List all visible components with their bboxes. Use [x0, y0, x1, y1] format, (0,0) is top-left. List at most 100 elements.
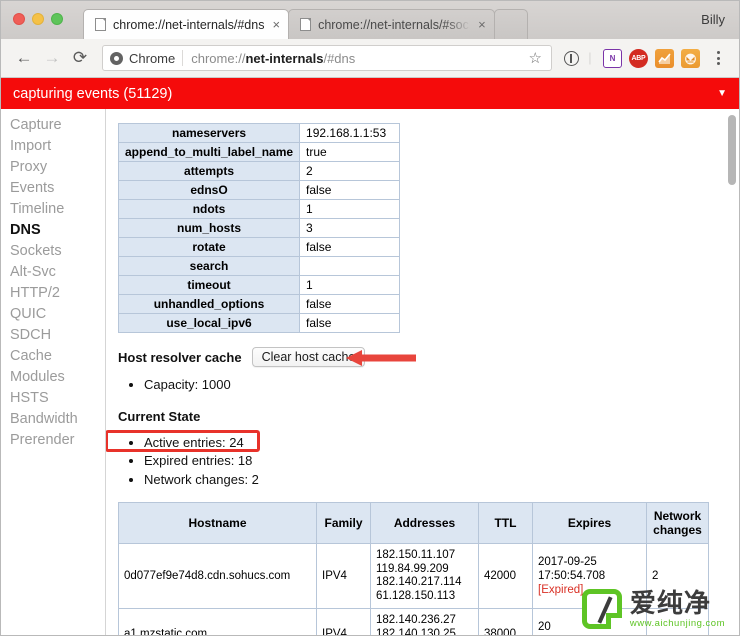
toolbar-divider: |: [584, 52, 596, 64]
column-header-hostname[interactable]: Hostname: [119, 503, 317, 544]
sidebar-item-prerender[interactable]: Prerender: [1, 430, 105, 451]
reload-icon[interactable]: ⟳: [66, 44, 94, 72]
maximize-window-button[interactable]: [51, 13, 63, 25]
table-row: rotate false: [119, 238, 400, 257]
config-key: attempts: [119, 162, 300, 181]
sidebar-item-bandwidth[interactable]: Bandwidth: [1, 409, 105, 430]
sidebar-item-timeline[interactable]: Timeline: [1, 199, 105, 220]
cell-family: IPV4: [317, 544, 371, 609]
tab-strip: chrome://net-internals/#dns × chrome://n…: [1, 1, 739, 39]
chart-glyph: [657, 51, 672, 66]
config-key: nameservers: [119, 124, 300, 143]
forward-icon[interactable]: →: [38, 44, 66, 72]
watermark-brand: 爱纯净: [630, 590, 725, 616]
cell-family: IPV4: [317, 609, 371, 636]
cell-ttl: 38000: [479, 609, 533, 636]
chrome-menu-icon[interactable]: [706, 45, 730, 71]
minimize-window-button[interactable]: [32, 13, 44, 25]
browser-toolbar: ← → ⟳ Chrome chrome://net-internals/#dns…: [1, 39, 739, 78]
address-line: 182.150.11.107: [376, 549, 473, 563]
table-row: use_local_ipv6 false: [119, 314, 400, 333]
chart-extension-icon[interactable]: [655, 49, 674, 68]
config-key: append_to_multi_label_name: [119, 143, 300, 162]
cell-addresses: 182.150.11.107 119.84.99.209 182.140.217…: [371, 544, 479, 609]
sidebar-item-import[interactable]: Import: [1, 136, 105, 157]
sidebar-item-alt-svc[interactable]: Alt-Svc: [1, 262, 105, 283]
column-header-family[interactable]: Family: [317, 503, 371, 544]
chevron-down-icon[interactable]: ▼: [717, 88, 727, 99]
onenote-extension-icon[interactable]: N: [603, 49, 622, 68]
profile-name[interactable]: Billy: [701, 12, 725, 27]
current-state-bullets: Active entries: 24 Expired entries: 18 N…: [118, 434, 739, 489]
network-changes-item: Network changes: 2: [144, 471, 739, 489]
dns-config-table: nameservers 192.168.1.1:53 append_to_mul…: [118, 123, 400, 333]
address-line: 61.128.150.113: [376, 590, 473, 604]
close-window-button[interactable]: [13, 13, 25, 25]
omnibox-divider: [182, 50, 183, 66]
host-resolver-bullets: Capacity: 1000: [118, 376, 739, 394]
sidebar-item-cache[interactable]: Cache: [1, 346, 105, 367]
config-value: false: [300, 295, 400, 314]
config-key: rotate: [119, 238, 300, 257]
address-line: 182.140.130.25: [376, 628, 473, 636]
pumpkin-glyph: [683, 51, 698, 66]
sidebar-item-quic[interactable]: QUIC: [1, 304, 105, 325]
sidebar-item-hsts[interactable]: HSTS: [1, 388, 105, 409]
table-row: append_to_multi_label_name true: [119, 143, 400, 162]
close-icon[interactable]: ×: [478, 18, 486, 31]
info-circle-glyph: [564, 51, 579, 66]
bookmark-star-icon[interactable]: ☆: [529, 49, 544, 67]
cell-ttl: 42000: [479, 544, 533, 609]
cell-addresses: 182.140.236.27 182.140.130.25 61.188.191…: [371, 609, 479, 636]
tab-sockets[interactable]: chrome://net-internals/#sockets ×: [288, 9, 495, 39]
config-key: use_local_ipv6: [119, 314, 300, 333]
tab-dns[interactable]: chrome://net-internals/#dns ×: [83, 9, 289, 39]
table-row: num_hosts 3: [119, 219, 400, 238]
pumpkin-extension-icon[interactable]: [681, 49, 700, 68]
column-header-addresses[interactable]: Addresses: [371, 503, 479, 544]
address-line: 119.84.99.209: [376, 563, 473, 577]
capturing-events-banner[interactable]: capturing events (51129) ▼: [1, 78, 739, 109]
scrollbar-thumb[interactable]: [728, 115, 736, 185]
page-document-icon: [300, 18, 311, 31]
tab-title: chrome://net-internals/#sockets: [318, 18, 470, 32]
config-value: [300, 257, 400, 276]
config-key: search: [119, 257, 300, 276]
host-resolver-cache-row: Host resolver cache Clear host cache: [118, 347, 739, 367]
config-key: num_hosts: [119, 219, 300, 238]
new-tab-button[interactable]: [494, 9, 528, 39]
config-value: true: [300, 143, 400, 162]
chrome-logo-icon: [110, 52, 123, 65]
window-traffic-lights: [13, 13, 63, 25]
vertical-scrollbar[interactable]: [728, 109, 736, 636]
sidebar-item-dns[interactable]: DNS: [1, 220, 105, 241]
dot: [717, 62, 720, 65]
sidebar-item-events[interactable]: Events: [1, 178, 105, 199]
address-line: 182.140.236.27: [376, 614, 473, 628]
column-header-ttl[interactable]: TTL: [479, 503, 533, 544]
config-value: false: [300, 314, 400, 333]
sidebar-item-modules[interactable]: Modules: [1, 367, 105, 388]
sidebar-item-capture[interactable]: Capture: [1, 115, 105, 136]
watermark-url: www.aichunjing.com: [630, 619, 725, 629]
close-icon[interactable]: ×: [272, 18, 280, 31]
logo-notch: [606, 613, 622, 629]
url-suffix: /#dns: [323, 51, 355, 66]
column-header-expires[interactable]: Expires: [533, 503, 647, 544]
address-line: 182.140.217.114: [376, 576, 473, 590]
table-row: search: [119, 257, 400, 276]
config-value: 1: [300, 276, 400, 295]
table-row: timeout 1: [119, 276, 400, 295]
adblock-plus-extension-icon[interactable]: ABP: [629, 49, 648, 68]
sidebar-item-sdch[interactable]: SDCH: [1, 325, 105, 346]
back-icon[interactable]: ←: [10, 44, 38, 72]
cell-hostname: a1.mzstatic.com: [119, 609, 317, 636]
address-bar[interactable]: Chrome chrome://net-internals/#dns ☆: [102, 45, 552, 71]
page-info-icon[interactable]: [558, 45, 584, 71]
config-value: 3: [300, 219, 400, 238]
sidebar-item-sockets[interactable]: Sockets: [1, 241, 105, 262]
table-row: attempts 2: [119, 162, 400, 181]
sidebar-item-proxy[interactable]: Proxy: [1, 157, 105, 178]
sidebar-item-http2[interactable]: HTTP/2: [1, 283, 105, 304]
column-header-network-changes[interactable]: Network changes: [647, 503, 709, 544]
